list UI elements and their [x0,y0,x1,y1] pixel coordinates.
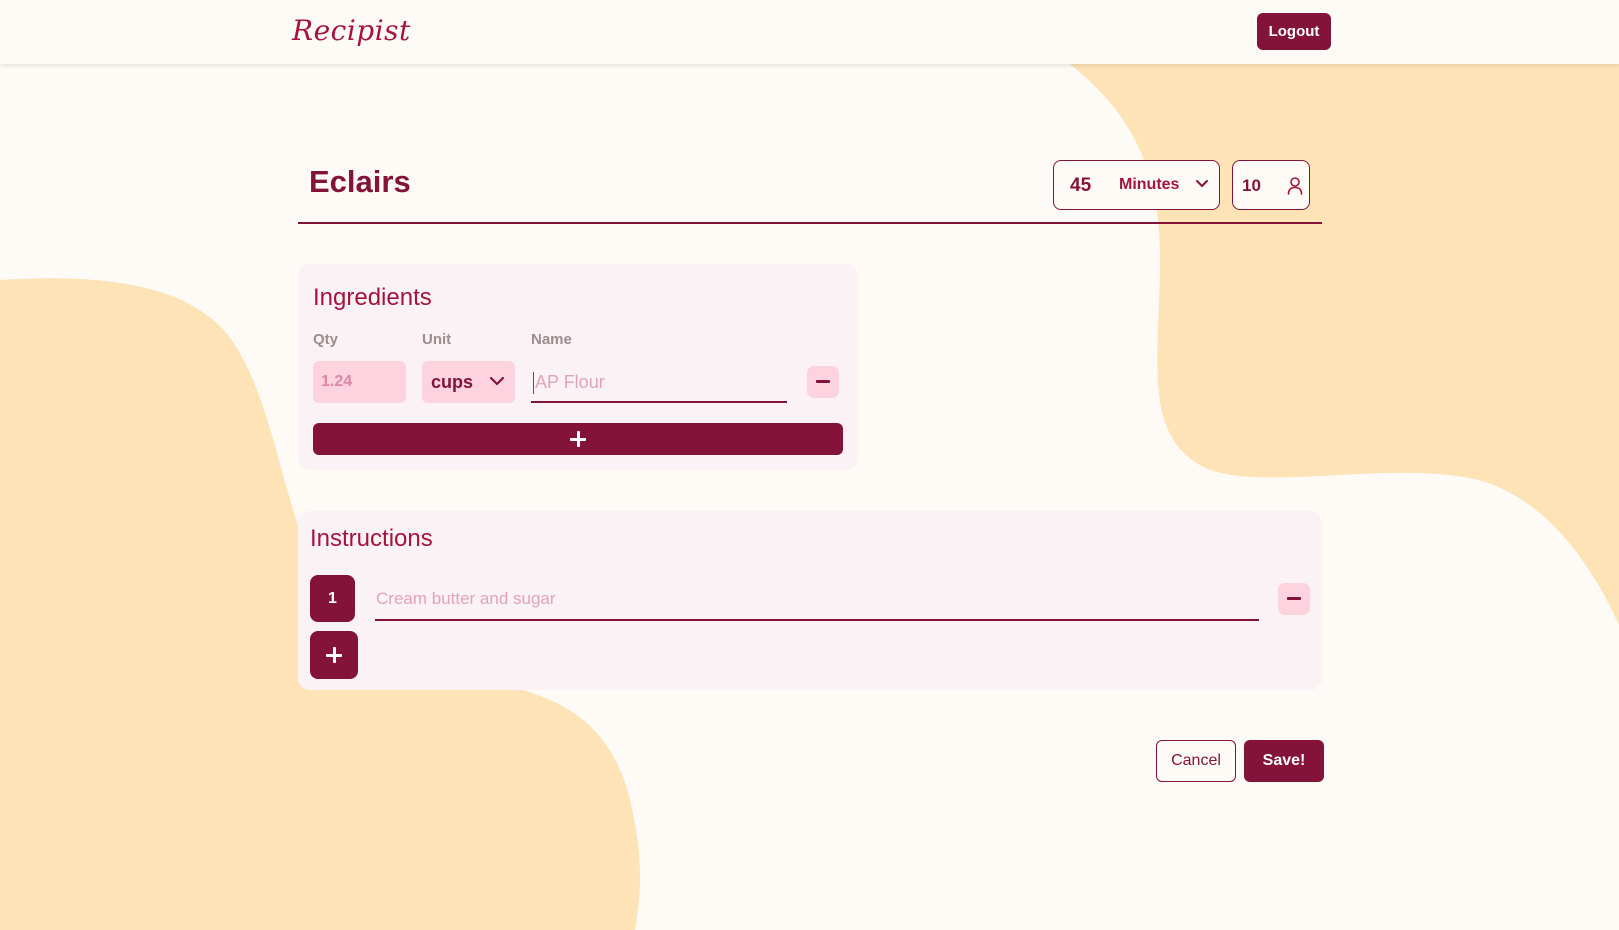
logout-button[interactable]: Logout [1257,13,1331,50]
app-logo[interactable]: Recipist [292,14,411,47]
step-input[interactable]: Cream butter and sugar [375,577,1259,621]
unit-select-value: cups [431,372,474,392]
step-number-badge: 1 [310,575,355,622]
time-unit-select[interactable]: Minutes [1119,176,1179,194]
ingredients-heading: Ingredients [313,284,432,311]
plus-icon [570,431,586,447]
remove-ingredient-button[interactable] [807,366,839,398]
text-cursor [533,372,534,395]
remove-step-button[interactable] [1278,583,1310,615]
chevron-down-icon [489,376,505,386]
servings-value[interactable]: 10 [1242,176,1261,196]
add-step-button[interactable] [310,631,358,679]
unit-select[interactable]: cups [422,361,515,403]
name-column-label: Name [531,331,572,348]
add-ingredient-button[interactable] [313,423,843,455]
cook-time-field[interactable]: 45 Minutes [1053,160,1220,210]
ingredient-name-input[interactable]: AP Flour [531,361,787,403]
ingredients-panel: Ingredients Qty Unit Name 1.24 cups AP F… [298,264,858,470]
title-divider [298,222,1322,224]
recipe-editor: Eclairs 45 Minutes 10 Ingredients Qty Un… [0,0,1619,930]
qty-column-label: Qty [313,331,339,348]
instructions-panel: Instructions 1 Cream butter and sugar [298,511,1322,690]
cancel-button[interactable]: Cancel [1156,740,1236,782]
recipe-title[interactable]: Eclairs [309,164,411,200]
chevron-down-icon[interactable] [1195,179,1209,189]
user-icon [1287,177,1303,195]
ingredient-name-placeholder: AP Flour [535,372,605,392]
instructions-heading: Instructions [310,525,433,552]
plus-icon [326,647,342,663]
servings-field[interactable]: 10 [1232,160,1310,210]
qty-input[interactable]: 1.24 [313,361,406,403]
cook-time-value[interactable]: 45 [1070,175,1091,197]
save-button[interactable]: Save! [1244,740,1324,782]
top-navbar: Recipist Logout [0,0,1619,64]
unit-column-label: Unit [422,331,452,348]
